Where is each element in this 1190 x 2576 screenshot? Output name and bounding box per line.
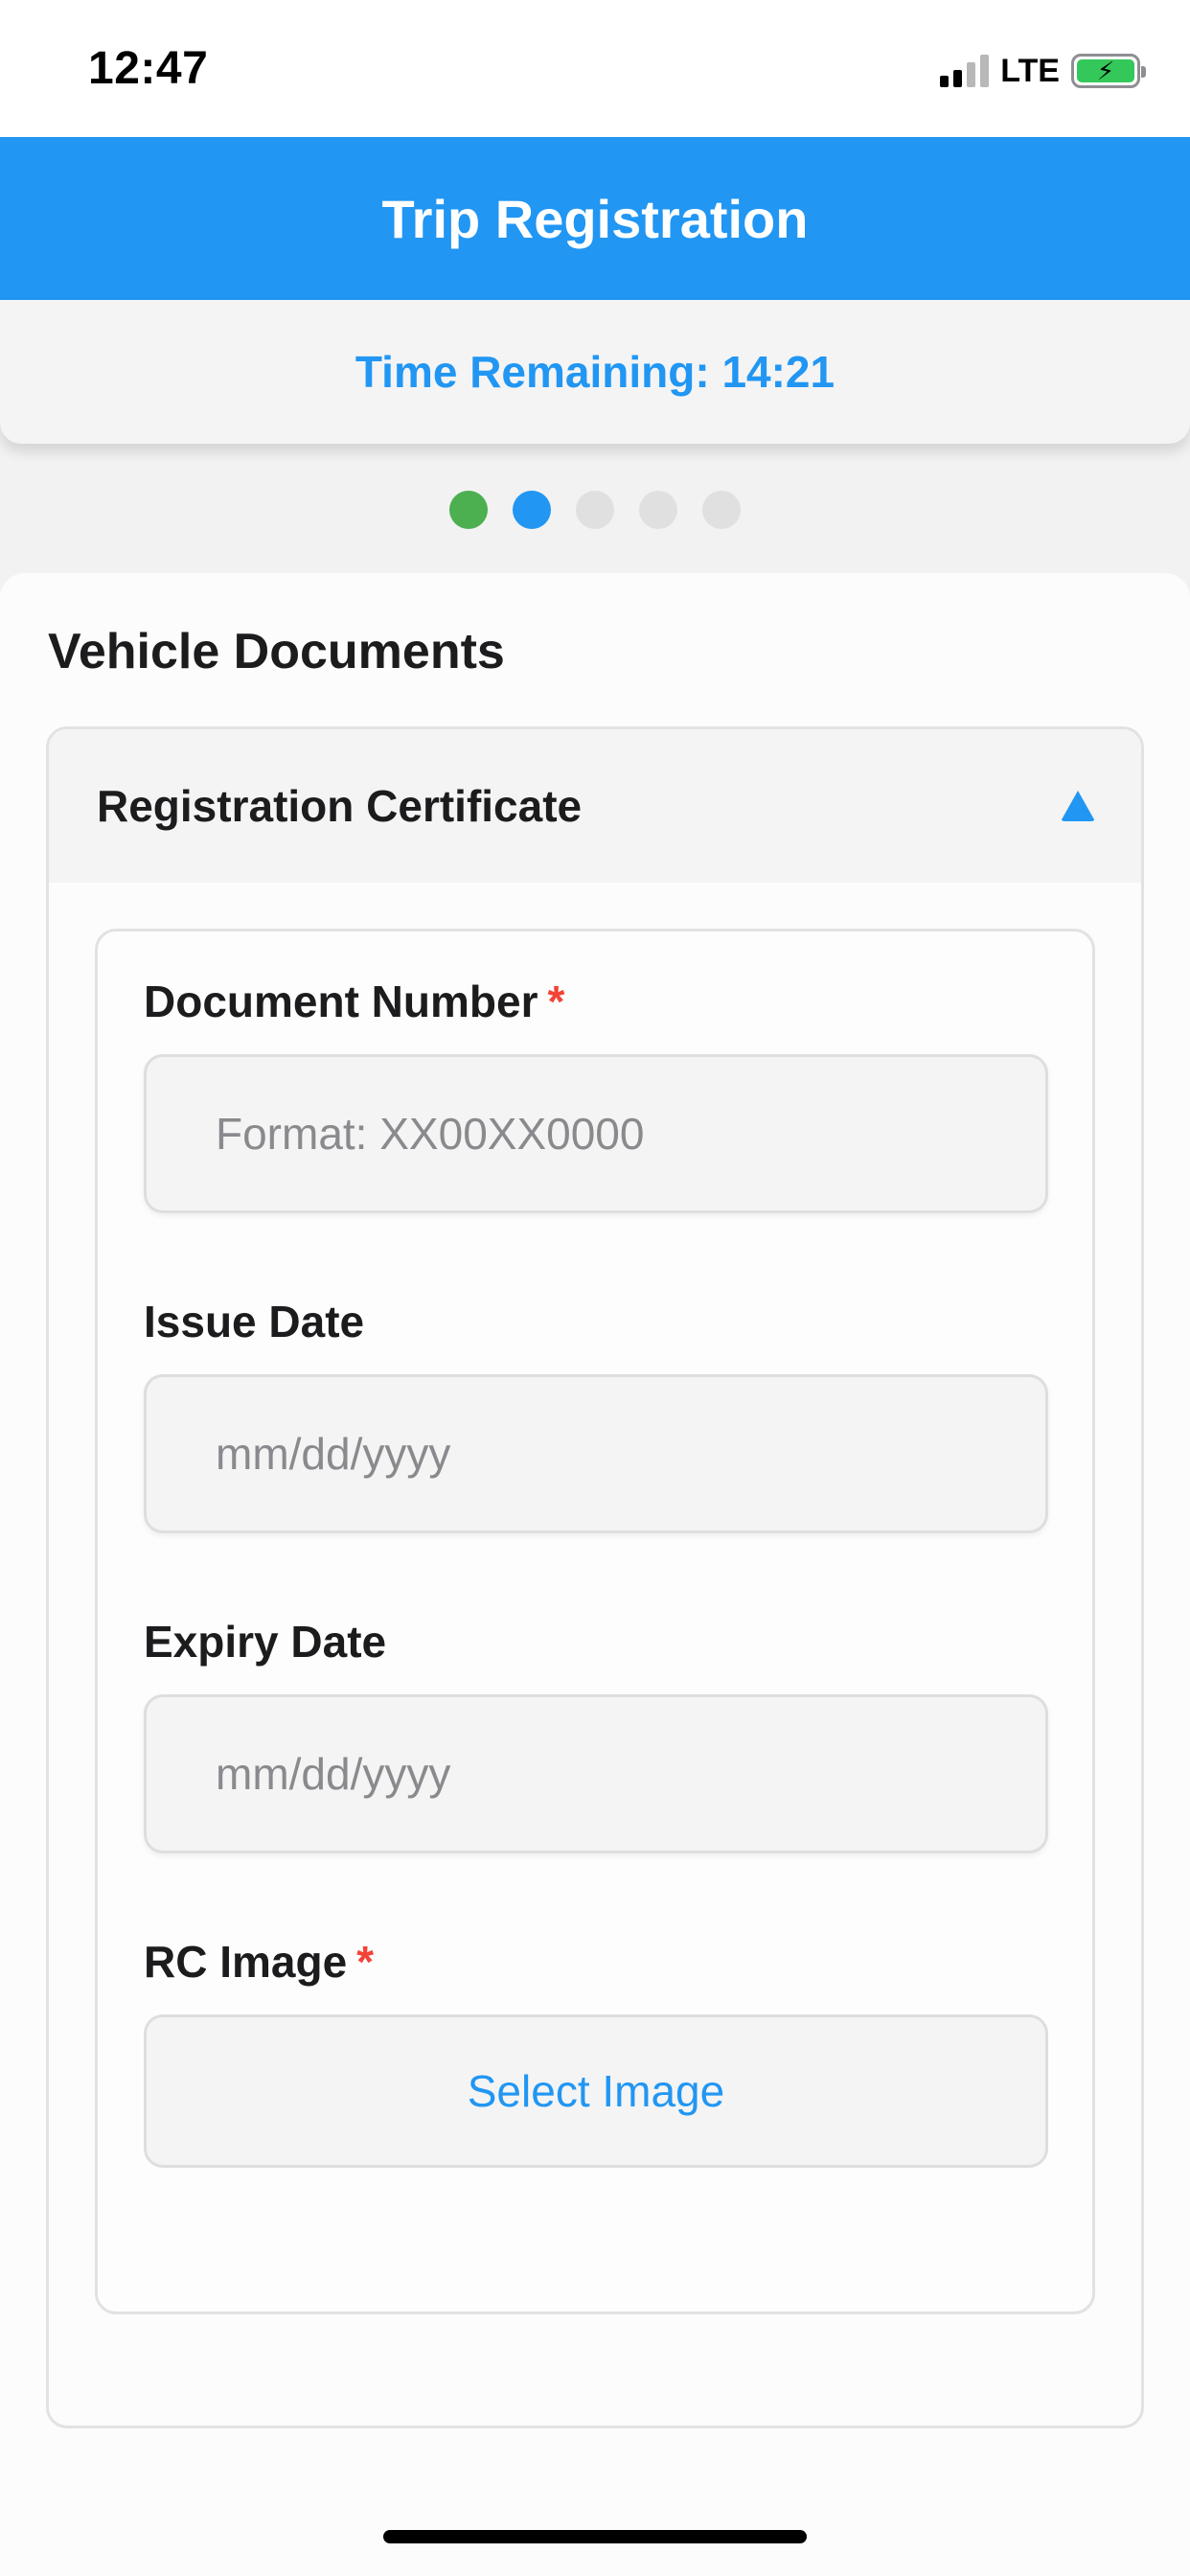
document-number-input[interactable]: Format: XX00XX0000	[144, 1054, 1048, 1213]
step-dot-4	[639, 491, 677, 529]
document-number-group: Document Number * Format: XX00XX0000	[144, 976, 1048, 1213]
select-image-button[interactable]: Select Image	[144, 2014, 1048, 2168]
accordion-header[interactable]: Registration Certificate	[49, 729, 1141, 883]
step-indicator	[0, 489, 1190, 531]
step-dot-1	[449, 491, 488, 529]
issue-date-group: Issue Date mm/dd/yyyy	[144, 1296, 1048, 1533]
required-asterisk: *	[356, 1937, 375, 1987]
rc-image-group: RC Image * Select Image	[144, 1936, 1048, 2168]
status-indicators: LTE ⚡	[940, 50, 1146, 92]
page-title: Trip Registration	[381, 188, 809, 249]
home-indicator[interactable]	[383, 2530, 807, 2543]
step-dot-5	[702, 491, 741, 529]
rc-image-label: RC Image	[144, 1937, 348, 1987]
network-type: LTE	[1000, 52, 1060, 89]
required-asterisk: *	[547, 977, 565, 1026]
expiry-date-group: Expiry Date mm/dd/yyyy	[144, 1616, 1048, 1853]
step-dot-2	[513, 491, 551, 529]
registration-certificate-form: Document Number * Format: XX00XX0000 Issu…	[95, 929, 1095, 2314]
app-header: Trip Registration	[0, 137, 1190, 300]
accordion-title: Registration Certificate	[97, 781, 583, 831]
timer-banner: Time Remaining: 14:21	[0, 300, 1190, 444]
charging-bolt-icon: ⚡	[1096, 57, 1115, 85]
section-title: Vehicle Documents	[48, 624, 505, 679]
signal-strength-icon	[940, 55, 990, 87]
expiry-date-label: Expiry Date	[144, 1617, 387, 1667]
issue-date-label: Issue Date	[144, 1297, 365, 1346]
status-time: 12:47	[88, 43, 209, 94]
status-bar: 12:47 LTE ⚡	[0, 0, 1190, 137]
vehicle-documents-card: Vehicle Documents Registration Certifica…	[0, 573, 1190, 2576]
step-dot-3	[576, 491, 614, 529]
battery-icon: ⚡	[1071, 54, 1146, 88]
expiry-date-input[interactable]: mm/dd/yyyy	[144, 1694, 1048, 1853]
caret-up-icon[interactable]	[1061, 791, 1095, 821]
document-number-label: Document Number	[144, 977, 538, 1026]
issue-date-input[interactable]: mm/dd/yyyy	[144, 1374, 1048, 1533]
time-remaining: Time Remaining: 14:21	[355, 347, 835, 397]
registration-certificate-accordion: Registration Certificate Document Number…	[46, 726, 1144, 2428]
